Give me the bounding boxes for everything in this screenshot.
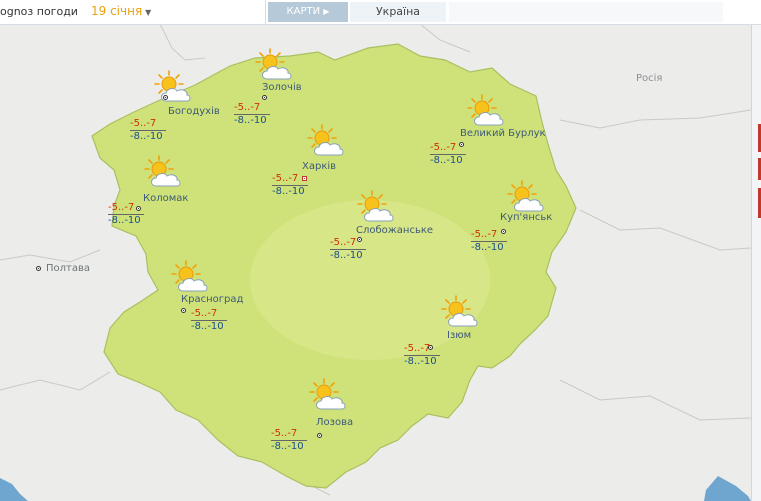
sun-behind-cloud-icon [440,295,480,329]
tab-country[interactable]: Україна [350,2,446,22]
temperature-block: -5..-7 -8..-10 [234,102,270,127]
min-temperature: -8..-10 [330,250,363,261]
min-temperature: -8..-10 [191,321,224,332]
temperature-block: -5..-7 -8..-10 [430,142,466,167]
city-label-kharkiv[interactable]: Харків [302,161,336,172]
date-selector[interactable]: 19 січня ▼ [91,4,151,18]
temperature-block: -5..-7 -8..-10 [404,343,440,368]
forecast-header: ognoз погоди 19 січня ▼ КАРТИ ▶ Україна [0,0,761,25]
temperature-block: -5..-7 -8..-10 [330,237,366,262]
min-temperature: -8..-10 [404,356,437,367]
city-label-kupiansk[interactable]: Куп'янськ [500,212,552,223]
sun-behind-cloud-icon [143,155,183,189]
sun-behind-cloud-icon [506,180,546,214]
header-title: ognoз погоди [0,5,78,18]
sun-behind-cloud-icon [153,70,193,104]
city-label-bohodukhiv[interactable]: Богодухів [168,106,220,117]
max-temperature: -5..-7 [272,173,308,186]
temperature-block: -5..-7 -8..-10 [471,229,507,254]
right-panel [751,24,761,501]
max-temperature: -5..-7 [271,428,307,441]
sun-behind-cloud-icon [170,260,210,294]
temperature-block: -5..-7 -8..-10 [108,202,144,227]
min-temperature: -8..-10 [108,215,141,226]
city-label-izium[interactable]: Ізюм [447,330,471,341]
city-dot [181,308,186,313]
temperature-block: -5..-7 -8..-10 [271,428,307,453]
city-dot [163,95,168,100]
temperature-block: -5..-7 -8..-10 [191,308,227,333]
tab-maps[interactable]: КАРТИ ▶ [268,2,348,22]
temperature-block: -5..-7 -8..-10 [130,118,166,143]
tab-maps-label: КАРТИ [286,6,321,17]
temperature-block: -5..-7 -8..-10 [272,173,308,198]
min-temperature: -8..-10 [471,242,504,253]
header-divider [265,0,266,24]
water-area-right [704,476,751,501]
neighbor-label-russia: Росія [636,73,663,84]
city-label-lozova[interactable]: Лозова [316,417,353,428]
city-label-velykyi-burluk[interactable]: Великий Бурлук [460,128,546,139]
city-label-slobozhanske[interactable]: Слобожанське [356,225,433,236]
water-area-left [0,478,28,501]
max-temperature: -5..-7 [430,142,466,155]
max-temperature: -5..-7 [330,237,366,250]
city-dot-poltava [36,266,41,271]
city-dot [317,433,322,438]
sun-behind-cloud-icon [356,190,396,224]
chevron-down-icon: ▼ [145,8,152,17]
sun-behind-cloud-icon [306,124,346,158]
chevron-right-icon: ▶ [323,7,330,16]
city-label-kolomak[interactable]: Коломак [143,193,188,204]
min-temperature: -8..-10 [430,155,463,166]
min-temperature: -8..-10 [234,115,267,126]
header-empty-slot [449,2,723,22]
sun-behind-cloud-icon [466,94,506,128]
max-temperature: -5..-7 [130,118,166,131]
max-temperature: -5..-7 [471,229,507,242]
neighbor-label-poltava[interactable]: Полтава [46,263,90,274]
max-temperature: -5..-7 [234,102,270,115]
min-temperature: -8..-10 [130,131,163,142]
sun-behind-cloud-icon [254,48,294,82]
city-label-krasnohrad[interactable]: Красноград [181,294,243,305]
date-label: 19 січня [91,4,143,18]
max-temperature: -5..-7 [404,343,440,356]
max-temperature: -5..-7 [108,202,144,215]
max-temperature: -5..-7 [191,308,227,321]
sun-behind-cloud-icon [308,378,348,412]
city-label-zolochiv[interactable]: Золочів [262,82,302,93]
city-dot [262,95,267,100]
min-temperature: -8..-10 [271,441,304,452]
min-temperature: -8..-10 [272,186,305,197]
